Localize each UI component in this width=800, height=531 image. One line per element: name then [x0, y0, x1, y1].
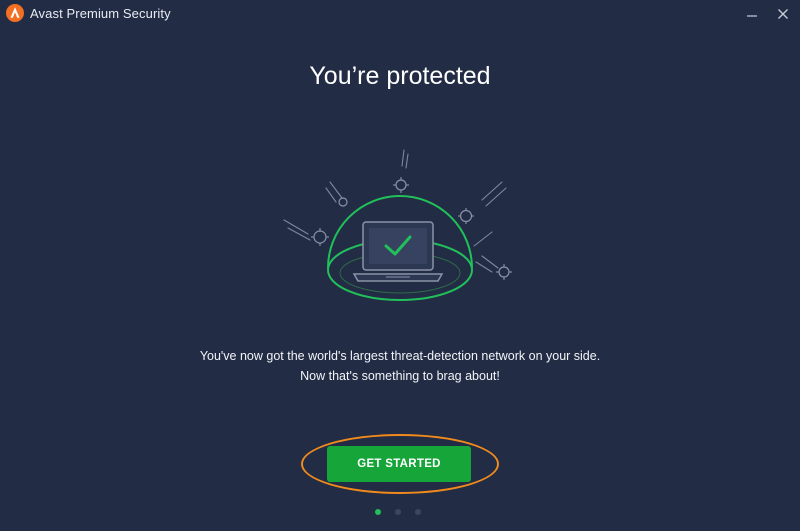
app-title: Avast Premium Security: [30, 6, 171, 21]
close-button[interactable]: [772, 3, 794, 25]
page-dot-1[interactable]: [375, 509, 381, 515]
title-bar: Avast Premium Security: [0, 0, 800, 28]
description: You've now got the world's largest threa…: [0, 346, 800, 386]
get-started-button[interactable]: GET STARTED: [327, 446, 471, 482]
avast-logo-icon: [6, 4, 24, 22]
page-dot-3[interactable]: [415, 509, 421, 515]
minimize-icon: [747, 15, 757, 17]
pagination-dots: [370, 507, 430, 517]
description-line-1: You've now got the world's largest threa…: [199, 349, 601, 363]
page-dot-2[interactable]: [395, 509, 401, 515]
minimize-button[interactable]: [741, 3, 763, 25]
cta-area: GET STARTED: [301, 434, 499, 494]
page-title: You’re protected: [309, 62, 491, 90]
protected-laptop-dome-icon: [283, 149, 512, 301]
description-line-2: Now that's something to brag about!: [300, 369, 500, 383]
close-icon: [778, 9, 788, 19]
app-window: Avast Premium Security You’re protected: [0, 0, 800, 531]
